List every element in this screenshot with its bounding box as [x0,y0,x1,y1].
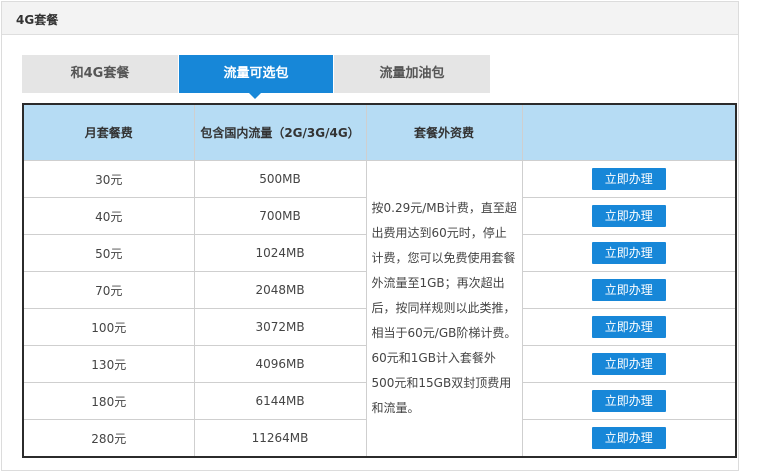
apply-now-button[interactable]: 立即办理 [591,427,666,449]
action-cell: 立即办理 [521,308,737,346]
monthly-fee-cell: 50元 [22,234,195,272]
apply-now-button[interactable]: 立即办理 [591,353,666,375]
monthly-fee-cell: 70元 [22,271,195,309]
apply-now-button[interactable]: 立即办理 [591,390,666,412]
apply-now-button[interactable]: 立即办理 [591,168,666,190]
action-cell: 立即办理 [521,160,737,198]
header-domestic-data: 包含国内流量（2G/3G/4G） [193,103,367,161]
data-allowance-cell: 6144MB [193,382,367,420]
table-header-row: 月套餐费 包含国内流量（2G/3G/4G） 套餐外资费 [22,103,737,161]
action-cell: 立即办理 [521,271,737,309]
data-allowance-cell: 4096MB [193,345,367,383]
data-allowance-cell: 11264MB [193,419,367,458]
pricing-table: 月套餐费 包含国内流量（2G/3G/4G） 套餐外资费 30元 500MB 按0.2… [22,103,737,458]
apply-now-button[interactable]: 立即办理 [591,316,666,338]
tab-data-booster[interactable]: 流量加油包 [334,55,490,93]
monthly-fee-cell: 130元 [22,345,195,383]
data-allowance-cell: 500MB [193,160,367,198]
header-monthly-fee: 月套餐费 [22,103,195,161]
monthly-fee-cell: 40元 [22,197,195,235]
action-cell: 立即办理 [521,345,737,383]
data-allowance-cell: 700MB [193,197,367,235]
monthly-fee-cell: 280元 [22,419,195,458]
apply-now-button[interactable]: 立即办理 [591,242,666,264]
action-cell: 立即办理 [521,382,737,420]
apply-now-button[interactable]: 立即办理 [591,205,666,227]
data-allowance-cell: 3072MB [193,308,367,346]
action-cell: 立即办理 [521,419,737,458]
table-row: 30元 500MB 按0.29元/MB计费，直至超出费用达到60元时，停止计费，您可… [22,160,737,458]
header-overage-charges: 套餐外资费 [365,103,523,161]
tab-4g-package[interactable]: 和4G套餐 [22,55,178,93]
header-action [521,103,737,161]
apply-now-button[interactable]: 立即办理 [591,279,666,301]
panel-title: 4G套餐 [16,13,59,27]
active-tab-indicator [249,93,261,99]
action-cell: 立即办理 [521,234,737,272]
monthly-fee-cell: 30元 [22,160,195,198]
data-allowance-cell: 2048MB [193,271,367,309]
panel-header: 4G套餐 [2,2,738,35]
action-cell: 立即办理 [521,197,737,235]
data-allowance-cell: 1024MB [193,234,367,272]
monthly-fee-cell: 180元 [22,382,195,420]
monthly-fee-cell: 100元 [22,308,195,346]
tab-data-addon[interactable]: 流量可选包 [179,55,333,93]
overage-charges-note: 按0.29元/MB计费，直至超出费用达到60元时，停止计费，您可以免费使用套餐外… [365,160,523,458]
